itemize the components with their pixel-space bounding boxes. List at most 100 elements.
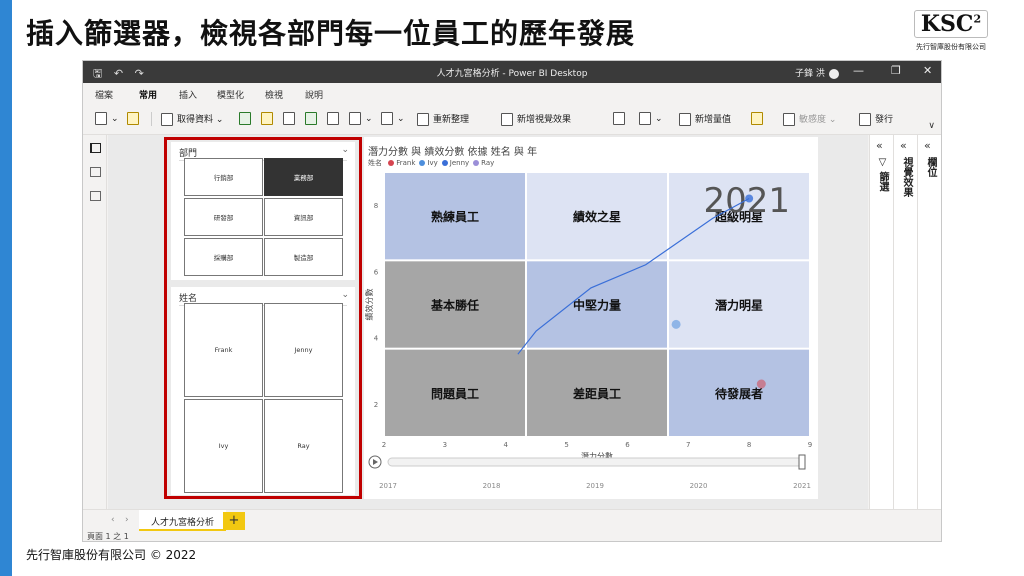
new-measure-button[interactable]: 新增量值 <box>679 112 731 126</box>
sql-icon <box>283 112 295 125</box>
restore-button[interactable]: ❐ <box>891 64 901 77</box>
logo-mark: KSC2 <box>913 10 989 38</box>
link-icon <box>327 112 339 125</box>
recent-sources-button[interactable]: ⌄ <box>349 112 373 125</box>
x-tick-label: 3 <box>443 441 447 449</box>
chevron-down-icon[interactable]: ⌄ <box>341 145 349 155</box>
menu-view[interactable]: 檢視 <box>265 88 283 101</box>
filters-pane-label: ▽ 篩選 <box>877 157 888 192</box>
status-bar: 頁面 1 之 1 <box>83 531 941 541</box>
menu-modeling[interactable]: 模型化 <box>217 88 244 101</box>
name-tile-jenny[interactable]: Jenny <box>264 303 343 397</box>
menu-file[interactable]: 檔案 <box>95 88 113 101</box>
dept-tile-procurement[interactable]: 採購部 <box>184 238 263 276</box>
dept-tile-marketing[interactable]: 行銷部 <box>184 158 263 196</box>
add-page-button[interactable]: + <box>223 512 245 530</box>
name-tile-frank[interactable]: Frank <box>184 303 263 397</box>
chevron-down-icon[interactable]: ⌄ <box>341 290 349 300</box>
new-visual-button[interactable]: 新增視覺效果 <box>501 112 571 126</box>
format-painter-button[interactable] <box>127 112 143 125</box>
chart-plot[interactable]: 熟練員工績效之星超級明星基本勝任中堅力量潛力明星問題員工差距員工待發展者2021… <box>364 137 818 499</box>
side-panes: « ▽ 篩選 « 視覺效果 « 欄位 <box>869 135 941 509</box>
dept-tile-manufacturing[interactable]: 製造部 <box>264 238 343 276</box>
grid-label: 績效之星 <box>573 209 621 224</box>
name-slicer: 姓名 ⌄ Frank Jenny Ivy Ray <box>171 287 355 495</box>
report-view-icon[interactable] <box>90 143 101 153</box>
x-tick-label: 8 <box>747 441 751 449</box>
menu-insert[interactable]: 插入 <box>179 88 197 101</box>
transform-data-button[interactable]: ⌄ <box>381 112 405 125</box>
x-tick-label: 7 <box>686 441 690 449</box>
dataset-icon <box>261 112 273 125</box>
name-tile-ray[interactable]: Ray <box>264 399 343 493</box>
page-tabs-bar: ‹ › 人才九宮格分析 + <box>83 509 941 532</box>
menu-help[interactable]: 說明 <box>305 88 323 101</box>
data-view-icon[interactable] <box>90 167 101 177</box>
y-tick-label: 6 <box>374 268 379 276</box>
nine-box-chart[interactable]: 潛力分數 與 績效分數 依據 姓名 與 年 姓名 Frank Ivy Jenny Ra… <box>364 137 818 499</box>
x-tick-label: 6 <box>625 441 630 449</box>
database-icon <box>161 113 173 126</box>
dept-tile-rnd[interactable]: 研發部 <box>184 198 263 236</box>
title-bar: 🖫 ↶ ↷ 人才九宮格分析 - Power BI Desktop 子鋒 洪 — … <box>83 61 941 83</box>
quick-measure-icon <box>751 112 763 125</box>
prev-page-icon[interactable]: ‹ <box>111 515 115 525</box>
publish-icon <box>859 113 871 126</box>
visualizations-pane-label: 視覺效果 <box>901 157 912 197</box>
paste-button[interactable]: ⌄ <box>95 112 119 125</box>
minimize-button[interactable]: — <box>853 64 864 77</box>
model-view-icon[interactable] <box>90 191 101 201</box>
data-point <box>671 319 681 329</box>
play-axis-tick: 2021 <box>793 482 811 490</box>
accent-bar <box>0 0 12 576</box>
fields-pane[interactable]: « 欄位 <box>918 135 941 509</box>
filters-pane[interactable]: « ▽ 篩選 <box>870 135 894 509</box>
recent-icon <box>349 112 361 125</box>
collapse-ribbon-icon[interactable]: ∨ <box>928 121 935 131</box>
excel-button[interactable] <box>239 112 255 125</box>
expand-fields-icon[interactable]: « <box>924 139 931 152</box>
next-page-icon[interactable]: › <box>125 515 129 525</box>
textbox-icon <box>613 112 625 125</box>
close-button[interactable]: ✕ <box>923 64 932 77</box>
play-axis-tick: 2019 <box>586 482 604 490</box>
page-indicator: 頁面 1 之 1 <box>87 532 129 541</box>
play-axis-track <box>387 457 803 467</box>
page-tab[interactable]: 人才九宮格分析 <box>139 510 227 532</box>
publish-button[interactable]: 發行 <box>859 112 893 126</box>
ribbon: ⌄ 取得資料 ⌄ ⌄ ⌄ 重新整理 新增視覺效果 ⌄ 新增量值 敏感度 ⌄ 發行… <box>83 103 941 135</box>
enter-data-button[interactable] <box>305 112 321 125</box>
avatar <box>828 68 839 79</box>
play-axis-tick: 2020 <box>690 482 708 490</box>
grid-label: 差距員工 <box>572 386 621 401</box>
refresh-button[interactable]: 重新整理 <box>417 112 469 126</box>
data-point <box>745 194 754 203</box>
user-account[interactable]: 子鋒 洪 <box>795 66 839 79</box>
dept-tile-sales[interactable]: 業務部 <box>264 158 343 196</box>
name-tile-ivy[interactable]: Ivy <box>184 399 263 493</box>
clipboard-icon <box>95 112 107 125</box>
play-axis-tick: 2017 <box>379 482 397 490</box>
dataset-button[interactable] <box>261 112 277 125</box>
refresh-icon <box>417 113 429 126</box>
expand-filters-icon[interactable]: « <box>876 139 883 152</box>
grid-label: 中堅力量 <box>573 298 621 313</box>
play-axis-handle[interactable] <box>798 454 806 470</box>
more-visuals-button[interactable]: ⌄ <box>639 112 663 125</box>
x-tick-label: 2 <box>382 441 386 449</box>
bar-chart-icon <box>501 113 513 126</box>
sql-button[interactable] <box>283 112 299 125</box>
grid-label: 基本勝任 <box>430 298 479 313</box>
dept-tile-it[interactable]: 資訊部 <box>264 198 343 236</box>
table-icon <box>305 112 317 125</box>
y-axis-label: 績效分數 <box>364 289 374 321</box>
text-box-button[interactable] <box>613 112 629 125</box>
expand-visualizations-icon[interactable]: « <box>900 139 907 152</box>
quick-measure-button[interactable] <box>751 112 767 125</box>
visualizations-pane[interactable]: « 視覺效果 <box>894 135 918 509</box>
sensitivity-button[interactable]: 敏感度 ⌄ <box>783 112 836 126</box>
grid-label: 熟練員工 <box>431 209 479 224</box>
dataverse-button[interactable] <box>327 112 343 125</box>
get-data-button[interactable]: 取得資料 ⌄ <box>161 112 223 126</box>
y-tick-label: 2 <box>374 401 378 409</box>
